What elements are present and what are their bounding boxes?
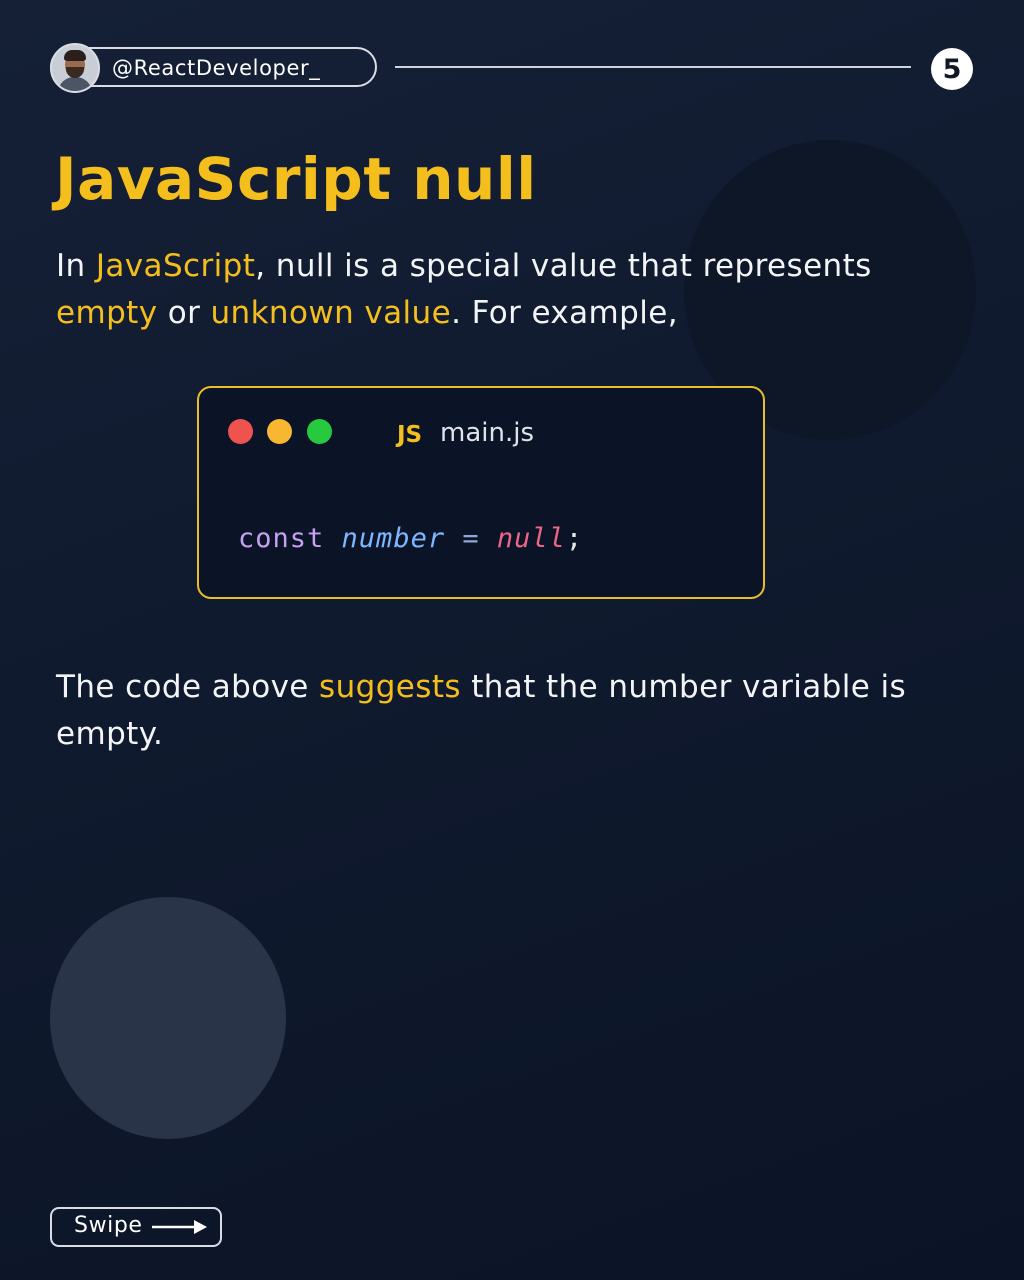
- code-variable: number: [341, 523, 446, 554]
- code-null-value: null: [496, 523, 566, 554]
- highlight-empty: empty: [56, 295, 158, 331]
- intro-text: or: [157, 295, 211, 331]
- code-filename: main.js: [440, 418, 534, 448]
- highlight-suggests: suggests: [319, 669, 461, 705]
- swipe-label: Swipe: [74, 1213, 143, 1238]
- author-handle: @ReactDeveloper_: [112, 56, 321, 80]
- header: @ReactDeveloper_ 5: [50, 43, 975, 93]
- intro-paragraph: In JavaScript, null is a special value t…: [56, 243, 936, 337]
- window-minimize-dot: [267, 419, 292, 444]
- intro-text: . For example,: [451, 295, 678, 331]
- avatar[interactable]: [50, 43, 100, 93]
- header-divider: [395, 66, 911, 68]
- window-close-dot: [228, 419, 253, 444]
- code-line: const number = null;: [238, 523, 583, 554]
- avatar-hair-shape: [64, 50, 86, 61]
- code-terminator: ;: [565, 523, 584, 554]
- avatar-body-shape: [58, 77, 92, 91]
- page-title: JavaScript null: [55, 145, 537, 213]
- arrow-right-icon: [152, 1220, 207, 1234]
- explanation-text: The code above: [56, 669, 320, 705]
- highlight-javascript: JavaScript: [95, 248, 256, 284]
- code-operator: =: [462, 523, 480, 554]
- intro-text: In: [56, 248, 96, 284]
- highlight-unknown-value: unknown value: [210, 295, 452, 331]
- explanation-paragraph: The code above suggests that the number …: [56, 664, 936, 758]
- intro-text: , null is a special value that represent…: [255, 248, 872, 284]
- code-window: JS main.js const number = null;: [197, 386, 765, 599]
- avatar-beard-shape: [66, 67, 84, 78]
- page-number-badge: 5: [931, 48, 973, 90]
- js-file-icon: JS: [397, 422, 423, 448]
- decorative-circle-bottom: [50, 897, 286, 1139]
- window-maximize-dot: [307, 419, 332, 444]
- swipe-button[interactable]: Swipe: [50, 1207, 222, 1247]
- code-keyword: const: [238, 523, 325, 554]
